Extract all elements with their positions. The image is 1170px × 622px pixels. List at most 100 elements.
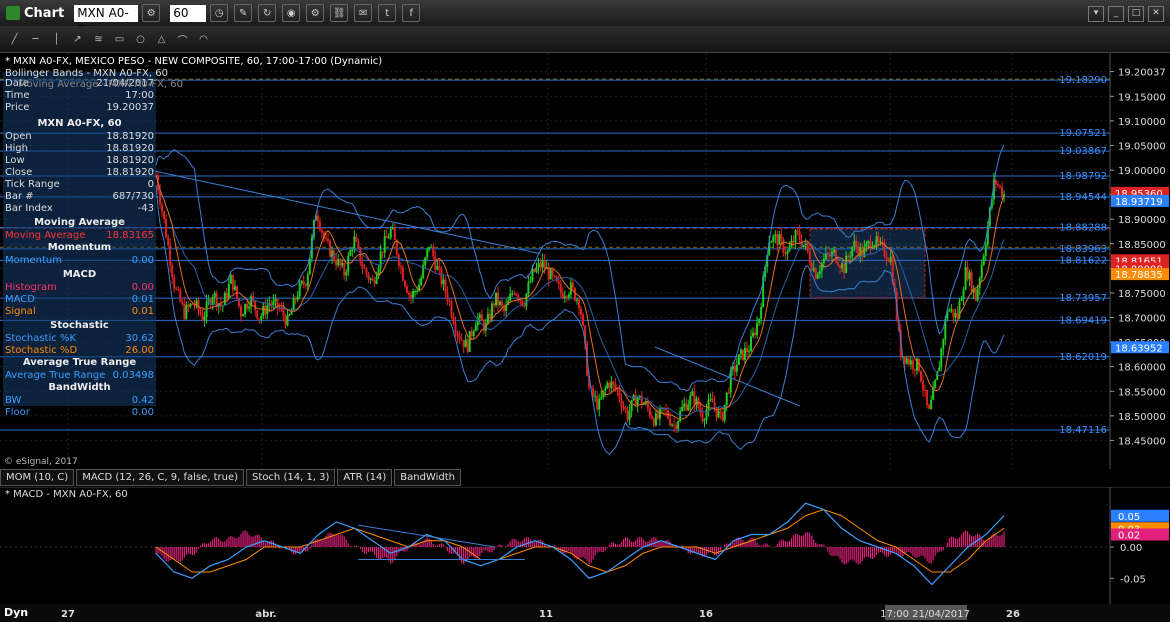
tab-mom[interactable]: MOM (10, C)	[0, 469, 75, 486]
time-axis: 27 abr. 11 16 17:00 21/04/2017 26	[0, 604, 1170, 622]
settings-icon[interactable]: ⚙	[306, 4, 325, 22]
dw-ohlc-2-value: 18.81920	[106, 155, 154, 166]
candle-body	[618, 390, 621, 399]
candle-body	[982, 255, 985, 265]
candle-body	[926, 390, 929, 405]
candle-body	[248, 306, 251, 309]
twitter-icon[interactable]: t	[378, 4, 397, 22]
ytick-label-14: 19.15000	[1118, 92, 1166, 103]
dw-macd-1: MACD 0.01	[3, 294, 156, 306]
candle-body	[772, 236, 775, 242]
text-icon[interactable]: △	[154, 34, 169, 45]
candle-body	[685, 403, 688, 411]
candle-body	[535, 267, 538, 272]
candle-body	[960, 299, 963, 302]
crosshair-icon[interactable]: ╱	[7, 34, 22, 45]
candle-body	[843, 263, 846, 274]
rect-icon[interactable]: ○	[133, 34, 148, 45]
restore-button[interactable]: □	[1128, 6, 1144, 22]
candle-body	[567, 294, 570, 298]
hline-label-11: 18.47116	[1059, 425, 1107, 436]
candle-body	[996, 183, 999, 186]
candle-body	[816, 274, 819, 279]
macd-chart[interactable]: -0.050.000.050.030.02	[0, 487, 1170, 604]
tab-macd[interactable]: MACD (12, 26, C, 9, false, true)	[76, 469, 245, 486]
candle-body	[553, 275, 556, 277]
clock-icon[interactable]: ◷	[210, 4, 229, 22]
candle-body	[905, 358, 908, 364]
candle-body	[794, 230, 797, 243]
window-menu-button[interactable]: ▾	[1088, 6, 1104, 22]
candle-body	[335, 260, 338, 266]
fib-icon[interactable]: ≋	[91, 34, 106, 45]
tab-bandwidth[interactable]: BandWidth	[394, 469, 461, 486]
candle-body	[889, 256, 892, 262]
ray-icon[interactable]: │	[49, 34, 64, 45]
candle-body	[367, 273, 370, 280]
candle-body	[547, 267, 550, 280]
candle-body	[713, 402, 716, 408]
interval-input[interactable]: 60	[170, 4, 207, 22]
symbol-input[interactable]: MXN A0-FX	[74, 4, 139, 37]
dw-atr: Average True Range 0.03498	[3, 370, 156, 382]
minimize-button[interactable]: _	[1108, 6, 1124, 22]
line-icon[interactable]: ─	[28, 34, 43, 45]
candle-body	[499, 301, 502, 306]
candle-body	[523, 305, 526, 307]
candle-body	[616, 388, 619, 391]
dw-ohlc-4: Tick Range 0	[3, 179, 156, 191]
candle-body	[383, 236, 386, 253]
candle-body	[442, 279, 445, 285]
candle-body	[444, 279, 447, 293]
hline-label-9: 18.69419	[1059, 315, 1107, 326]
candle-body	[197, 300, 200, 311]
arrow-icon[interactable]: ⌒	[175, 32, 190, 47]
candle-body	[802, 245, 805, 248]
dw-atr-header: Average True Range	[22, 357, 137, 368]
candle-body	[788, 246, 791, 252]
trend-icon[interactable]: ↗	[70, 34, 85, 45]
dw-ohlc-1: High 18.81920	[3, 143, 156, 155]
dw-ohlc-6-label: Bar Index	[5, 203, 53, 214]
close-button[interactable]: ✕	[1148, 6, 1164, 22]
symbol-lookup-icon[interactable]: ⚙	[142, 4, 161, 22]
candle-body	[298, 283, 301, 297]
dw-macd-0-value: 0.00	[131, 282, 154, 293]
refresh-icon[interactable]: ↻	[258, 4, 277, 22]
candle-body	[246, 304, 249, 309]
candle-body	[624, 407, 627, 410]
mail-icon[interactable]: ✉	[354, 4, 373, 22]
dw-ohlc-3: Close 18.81920	[3, 167, 156, 179]
dw-stoch-1-label: Stochastic %D	[5, 345, 78, 356]
ytick-label-3: 18.60000	[1118, 363, 1166, 374]
dw-price-label: Price	[5, 102, 30, 113]
dw-macd-0-label: Histogram	[5, 282, 57, 293]
dw-macd-1-value: 0.01	[131, 294, 154, 305]
candle-body	[778, 234, 781, 245]
price-chart[interactable]: 19.18290 19.07521 19.03867 18.98792 18.94544…	[0, 53, 1170, 469]
macd-title: * MACD - MXN A0-FX, 60	[5, 489, 128, 500]
link-icon[interactable]: ⛓	[330, 4, 349, 22]
dyn-label: Dyn	[4, 606, 29, 619]
candle-body	[911, 360, 914, 370]
candle-body	[339, 259, 342, 266]
circle-icon[interactable]: ▭	[112, 34, 127, 45]
dw-ohlc-5-label: Bar #	[5, 191, 34, 202]
candle-body	[851, 246, 854, 257]
pitchfork-icon[interactable]: ◠	[196, 34, 211, 45]
ytick-label-13: 19.10000	[1118, 117, 1166, 128]
candle-body	[551, 269, 554, 276]
pencil-icon[interactable]: ✎	[234, 4, 253, 22]
candle-body	[571, 282, 574, 288]
macd-flag-label-0: 0.05	[1118, 512, 1140, 523]
candle-body	[628, 411, 631, 420]
tab-atr[interactable]: ATR (14)	[337, 469, 393, 486]
candle-body	[913, 369, 916, 371]
candle-body	[970, 272, 973, 293]
candle-body	[414, 291, 417, 293]
candle-body	[709, 398, 712, 400]
tab-stoch[interactable]: Stoch (14, 1, 3)	[246, 469, 336, 486]
facebook-icon[interactable]: f	[402, 4, 421, 22]
record-icon[interactable]: ◉	[282, 4, 301, 22]
candle-body	[161, 204, 164, 212]
